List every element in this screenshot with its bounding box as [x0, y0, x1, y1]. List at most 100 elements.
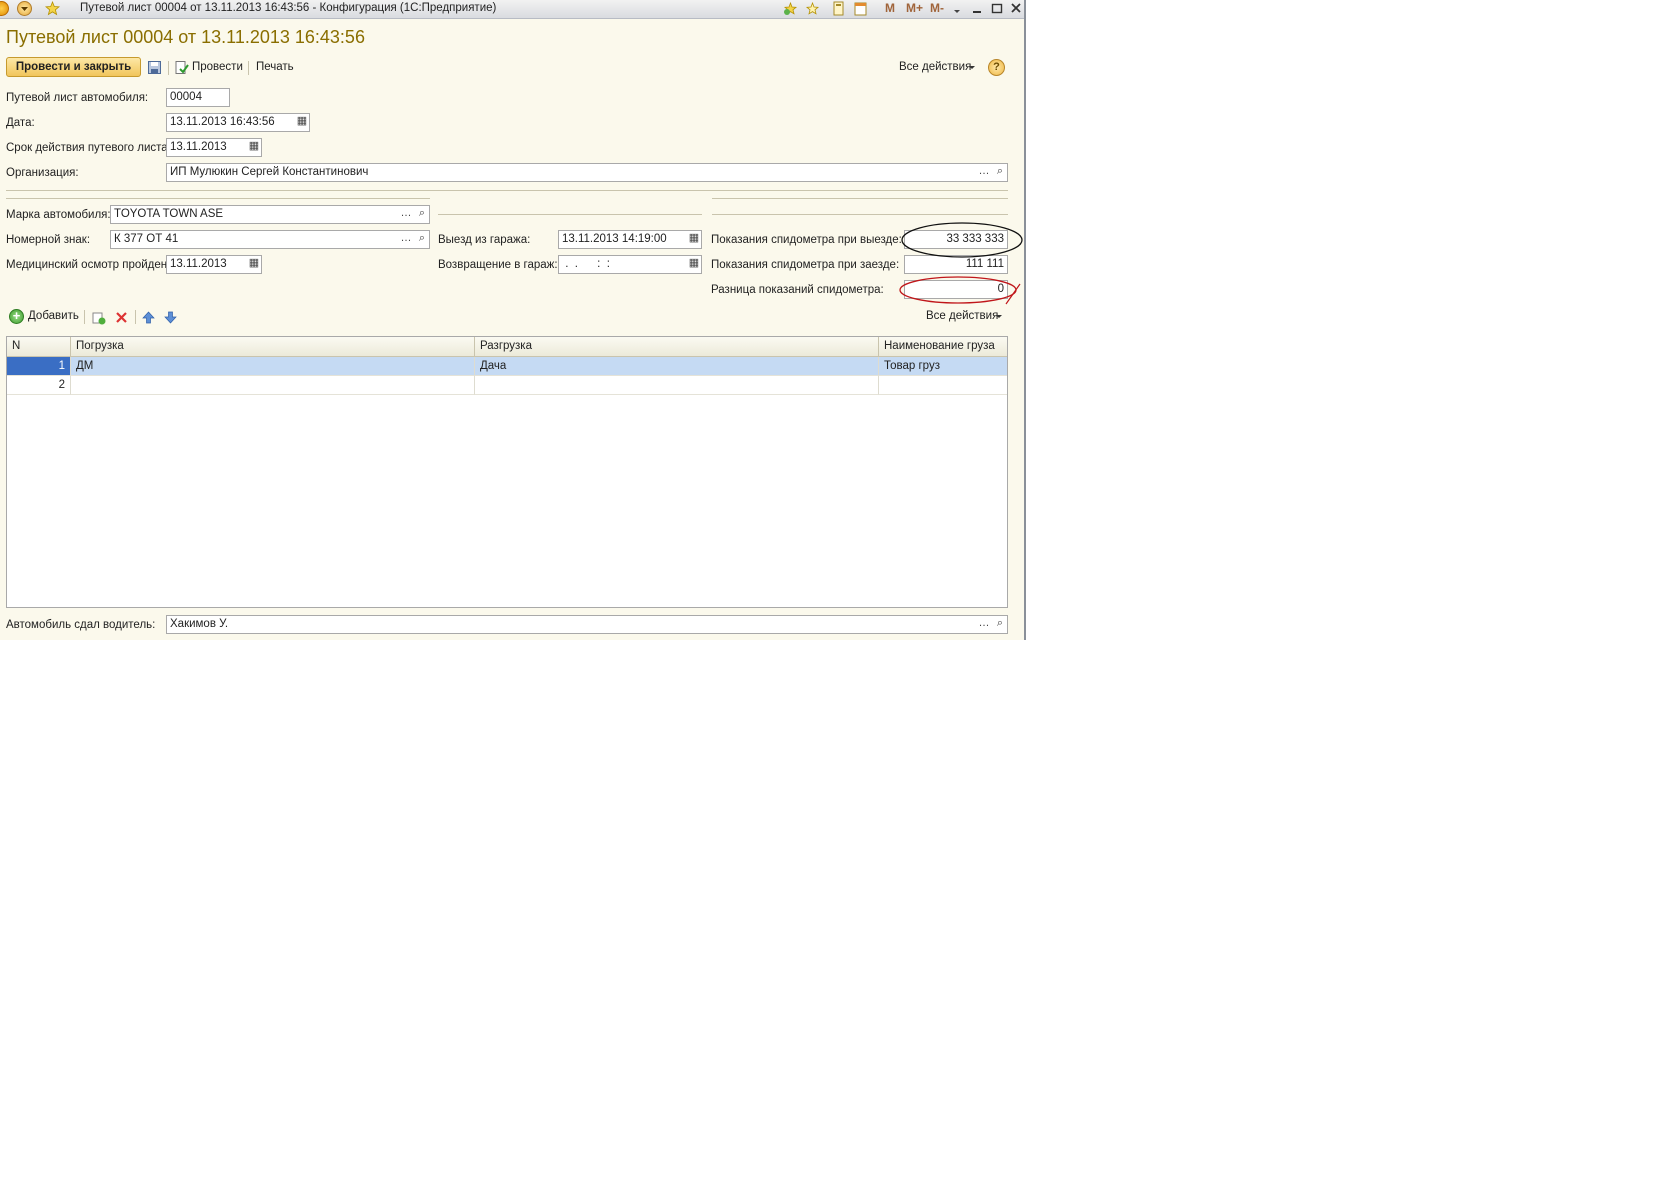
validity-date-value: 13.11.2013 — [170, 141, 227, 153]
save-icon[interactable] — [147, 60, 162, 75]
date-field-value: 13.11.2013 16:43:56 — [170, 116, 275, 128]
column-header-cargo-name[interactable]: Наименование груза — [879, 337, 1007, 357]
open-magnifier-icon[interactable]: ⌕ — [993, 164, 1007, 181]
column-header-number[interactable]: N — [7, 337, 71, 357]
driver-field[interactable]: Хакимов У. … ⌕ — [166, 615, 1008, 634]
table-row-1-unloading[interactable]: Дача — [475, 357, 879, 376]
car-brand-label: Марка автомобиля: — [6, 209, 111, 221]
table-row-1-cargo[interactable]: Товар груз — [879, 357, 1007, 376]
select-ellipsis-icon[interactable]: … — [977, 164, 991, 181]
post-and-close-button[interactable]: Провести и закрыть — [6, 57, 141, 77]
waybill-number-label: Путевой лист автомобиля: — [6, 92, 149, 104]
close-icon[interactable] — [1009, 1, 1024, 16]
waybill-number-field[interactable]: 00004 — [166, 88, 230, 107]
table-row-2-number[interactable]: 2 — [7, 376, 71, 395]
odometer-difference-label: Разница показаний спидометра: — [711, 284, 884, 296]
toolbar-separator — [84, 310, 85, 324]
add-row-icon[interactable]: + — [9, 309, 24, 324]
garage-return-label: Возвращение в гараж: — [438, 259, 558, 271]
garage-return-value: . . : : — [562, 258, 610, 270]
title-bar: Путевой лист 00004 от 13.11.2013 16:43:5… — [0, 0, 1024, 19]
plate-number-label: Номерной знак: — [6, 234, 91, 246]
driver-label: Автомобиль сдал водитель: — [6, 619, 156, 631]
memory-button[interactable]: M — [885, 1, 895, 15]
group-divider-right — [712, 198, 1008, 199]
toolbar-separator — [248, 61, 249, 75]
app-logo-icon[interactable] — [0, 1, 9, 16]
delete-row-icon[interactable] — [114, 310, 129, 325]
group-divider-middle — [438, 214, 702, 215]
table-row-2-loading[interactable] — [71, 376, 475, 395]
open-magnifier-icon[interactable]: ⌕ — [415, 206, 429, 223]
help-icon[interactable]: ? — [988, 59, 1005, 76]
medical-check-date-field[interactable]: 13.11.2013 ▦ — [166, 255, 262, 274]
column-header-loading[interactable]: Погрузка — [71, 337, 475, 357]
car-brand-field[interactable]: TOYOTA TOWN ASE … ⌕ — [110, 205, 430, 224]
window-menu-icon[interactable] — [17, 1, 32, 16]
calculator-icon[interactable] — [831, 1, 846, 16]
medical-check-label: Медицинский осмотр пройден: — [6, 259, 171, 271]
toolbar-separator — [135, 310, 136, 324]
table-row-2-unloading[interactable] — [475, 376, 879, 395]
validity-label: Срок действия путевого листа: — [6, 142, 171, 154]
medical-check-date-value: 13.11.2013 — [170, 258, 227, 270]
favorites-star-icon[interactable] — [45, 1, 60, 16]
group-divider-left — [6, 198, 430, 199]
move-up-icon[interactable] — [141, 310, 156, 325]
document-window: Путевой лист 00004 от 13.11.2013 16:43:5… — [0, 0, 1026, 640]
garage-departure-value: 13.11.2013 14:19:00 — [562, 233, 667, 245]
copy-row-icon[interactable] — [91, 310, 106, 325]
toolbar-separator — [168, 61, 169, 75]
organization-value: ИП Мулюкин Сергей Константинович — [170, 166, 369, 178]
open-magnifier-icon[interactable]: ⌕ — [993, 616, 1007, 633]
plate-number-field[interactable]: К 377 ОТ 41 … ⌕ — [110, 230, 430, 249]
favorites-icon[interactable] — [805, 1, 820, 16]
print-button[interactable]: Печать — [256, 61, 294, 73]
garage-departure-field[interactable]: 13.11.2013 14:19:00 ▦ — [558, 230, 702, 249]
validity-date-field[interactable]: 13.11.2013 ▦ — [166, 138, 262, 157]
all-actions-button[interactable]: Все действия — [899, 61, 971, 73]
memory-minus-button[interactable]: M- — [930, 1, 944, 15]
organization-field[interactable]: ИП Мулюкин Сергей Константинович … ⌕ — [166, 163, 1008, 182]
select-ellipsis-icon[interactable]: … — [977, 616, 991, 633]
date-field[interactable]: 13.11.2013 16:43:56 ▦ — [166, 113, 310, 132]
move-down-icon[interactable] — [163, 310, 178, 325]
table-all-actions-button[interactable]: Все действия — [926, 310, 998, 322]
add-favorite-icon[interactable] — [783, 1, 798, 16]
calendar-icon[interactable] — [853, 1, 868, 16]
window-title: Путевой лист 00004 от 13.11.2013 16:43:5… — [80, 2, 497, 14]
table-row-1-number[interactable]: 1 — [7, 357, 71, 376]
cargo-table: N Погрузка Разгрузка Наименование груза … — [6, 336, 1008, 608]
calendar-picker-icon[interactable]: ▦ — [687, 256, 701, 273]
odometer-in-label: Показания спидометра при заезде: — [711, 259, 900, 271]
open-magnifier-icon[interactable]: ⌕ — [415, 231, 429, 248]
select-ellipsis-icon[interactable]: … — [399, 231, 413, 248]
post-document-icon[interactable] — [174, 60, 189, 75]
add-row-button[interactable]: Добавить — [28, 310, 79, 322]
garage-return-field[interactable]: . . : : ▦ — [558, 255, 702, 274]
organization-label: Организация: — [6, 167, 79, 179]
garage-departure-label: Выезд из гаража: — [438, 234, 531, 246]
car-brand-value: TOYOTA TOWN ASE — [114, 208, 224, 220]
calendar-picker-icon[interactable]: ▦ — [295, 114, 309, 131]
date-label: Дата: — [6, 117, 35, 129]
group-divider-right-lower — [712, 214, 1008, 215]
table-row-1-loading[interactable]: ДМ — [71, 357, 475, 376]
minimize-icon[interactable] — [970, 1, 985, 16]
post-button[interactable]: Провести — [192, 61, 243, 73]
dropdown-arrow-icon[interactable] — [951, 1, 966, 16]
all-actions-arrow-icon[interactable] — [967, 62, 977, 77]
plate-number-value: К 377 ОТ 41 — [114, 233, 179, 245]
odometer-out-label: Показания спидометра при выезде: — [711, 234, 902, 246]
driver-value: Хакимов У. — [170, 618, 229, 630]
annotation-ellipse-black — [901, 222, 1023, 258]
select-ellipsis-icon[interactable]: … — [399, 206, 413, 223]
table-row-2-cargo[interactable] — [879, 376, 1007, 395]
calendar-picker-icon[interactable]: ▦ — [687, 231, 701, 248]
calendar-picker-icon[interactable]: ▦ — [247, 256, 261, 273]
maximize-icon[interactable] — [990, 1, 1005, 16]
column-header-unloading[interactable]: Разгрузка — [475, 337, 879, 357]
memory-plus-button[interactable]: M+ — [906, 1, 923, 15]
table-all-actions-arrow-icon[interactable] — [994, 311, 1004, 326]
calendar-picker-icon[interactable]: ▦ — [247, 139, 261, 156]
